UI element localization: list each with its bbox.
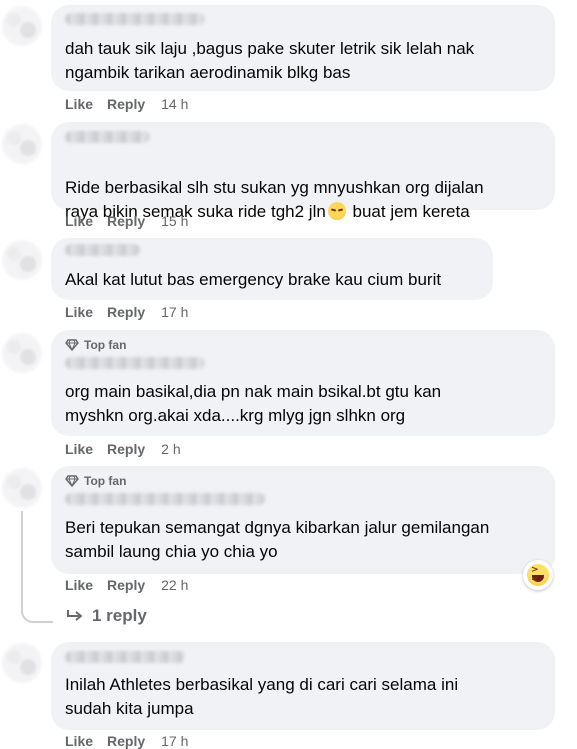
timestamp[interactable]: 15 h — [161, 213, 188, 229]
like-button[interactable]: Like — [65, 213, 93, 229]
reply-button[interactable]: Reply — [107, 96, 145, 112]
timestamp[interactable]: 22 h — [161, 577, 188, 593]
comment-bubble: dah tauk sik laju ,bagus pake skuter let… — [51, 5, 555, 91]
comment-bubble: Top fan org main basikal,dia pn nak main… — [51, 330, 555, 436]
comment-actions: Like Reply 15 h — [65, 213, 188, 229]
comment-bubble: Akal kat lutut bas emergency brake kau c… — [51, 238, 493, 300]
comment-bubble: Top fan Beri tepukan semangat dgnya kiba… — [51, 466, 555, 574]
author-name[interactable] — [65, 651, 185, 663]
reply-button[interactable]: Reply — [107, 577, 145, 593]
timestamp[interactable]: 14 h — [161, 96, 188, 112]
avatar[interactable] — [2, 468, 42, 508]
comment-bubble: Inilah Athletes berbasikal yang di cari … — [51, 642, 555, 730]
like-button[interactable]: Like — [65, 733, 93, 749]
comment-actions: Like Reply 22 h — [65, 577, 188, 593]
top-fan-badge: Top fan — [65, 474, 126, 488]
like-button[interactable]: Like — [65, 304, 93, 320]
like-button[interactable]: Like — [65, 96, 93, 112]
avatar[interactable] — [2, 6, 42, 46]
comment-bubble: Ride berbasikal slh stu sukan yg mnyushk… — [51, 122, 555, 221]
author-name[interactable] — [65, 357, 205, 369]
top-fan-label: Top fan — [84, 474, 127, 488]
reply-button[interactable]: Reply — [107, 441, 145, 457]
comment-text: dah tauk sik laju ,bagus pake skuter let… — [65, 39, 475, 82]
reply-button[interactable]: Reply — [107, 213, 145, 229]
pensive-face-icon — [327, 202, 346, 220]
top-fan-label: Top fan — [84, 338, 127, 352]
avatar[interactable] — [2, 124, 42, 164]
like-button[interactable]: Like — [65, 577, 93, 593]
comment-actions: Like Reply 17 h — [65, 733, 188, 749]
author-name[interactable] — [65, 493, 265, 505]
author-name[interactable] — [65, 13, 205, 25]
reply-button[interactable]: Reply — [107, 304, 145, 320]
comment-actions: Like Reply 14 h — [65, 96, 188, 112]
author-name[interactable] — [65, 131, 150, 143]
reply-arrow-icon — [67, 610, 82, 621]
comment-text: Beri tepukan semangat dgnya kibarkan jal… — [65, 518, 490, 561]
comment-text: Inilah Athletes berbasikal yang di cari … — [65, 675, 459, 718]
haha-icon — [527, 564, 549, 586]
haha-reaction-badge[interactable] — [523, 560, 553, 590]
like-button[interactable]: Like — [65, 441, 93, 457]
view-replies-link[interactable]: 1 reply — [66, 606, 147, 626]
replies-count-label: 1 reply — [92, 606, 147, 625]
diamond-icon — [65, 475, 79, 487]
reply-thread-line — [21, 511, 53, 623]
timestamp[interactable]: 2 h — [161, 441, 180, 457]
comment-text: Akal kat lutut bas emergency brake kau c… — [65, 270, 442, 289]
comment-actions: Like Reply 17 h — [65, 304, 188, 320]
timestamp[interactable]: 17 h — [161, 304, 188, 320]
avatar[interactable] — [2, 240, 42, 280]
reply-button[interactable]: Reply — [107, 733, 145, 749]
avatar[interactable] — [2, 643, 42, 683]
comment-text: org main basikal,dia pn nak main bsikal.… — [65, 382, 442, 425]
top-fan-badge: Top fan — [65, 338, 126, 352]
timestamp[interactable]: 17 h — [161, 733, 188, 749]
comment-actions: Like Reply 2 h — [65, 441, 181, 457]
author-name[interactable] — [65, 244, 140, 256]
diamond-icon — [65, 339, 79, 351]
avatar[interactable] — [2, 333, 42, 373]
comment-text-part: buat jem kereta — [347, 202, 470, 221]
